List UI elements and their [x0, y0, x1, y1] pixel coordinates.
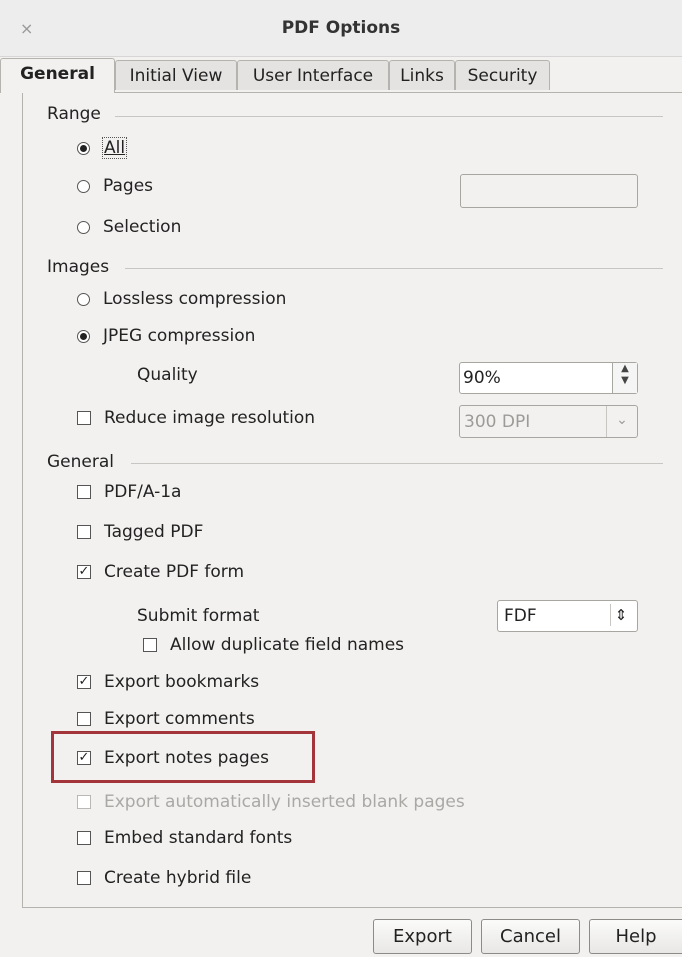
range-all-label: All — [101, 137, 128, 159]
tab-security[interactable]: Security — [455, 60, 550, 90]
create-pdf-form-checkbox[interactable]: ✓ Create PDF form — [77, 562, 244, 582]
resolution-dropdown[interactable]: 300 DPI ⌄ — [459, 405, 638, 438]
checkbox-icon — [77, 831, 91, 845]
help-button[interactable]: Help — [589, 919, 682, 954]
reduce-resolution-checkbox[interactable]: Reduce image resolution — [77, 408, 315, 428]
radio-icon — [77, 292, 90, 306]
dialog-title: PDF Options — [281, 18, 401, 38]
lossless-label: Lossless compression — [103, 289, 287, 309]
resolution-value: 300 DPI — [464, 412, 531, 432]
up-down-arrows-icon: ⇕ — [610, 604, 631, 626]
export-blank-pages-label: Export automatically inserted blank page… — [104, 792, 465, 812]
general-divider — [131, 463, 663, 464]
pages-input[interactable] — [460, 174, 638, 208]
radio-icon — [77, 141, 90, 155]
embed-fonts-checkbox[interactable]: Embed standard fonts — [77, 828, 292, 848]
checkbox-icon — [77, 525, 91, 539]
pdfa-label: PDF/A-1a — [104, 482, 182, 502]
radio-icon — [77, 179, 90, 193]
export-comments-checkbox[interactable]: Export comments — [77, 709, 255, 729]
range-all-radio[interactable]: All — [77, 137, 128, 159]
range-pages-radio[interactable]: Pages — [77, 176, 153, 196]
tab-user-interface[interactable]: User Interface — [237, 60, 389, 90]
pdfa-checkbox[interactable]: PDF/A-1a — [77, 482, 181, 502]
jpeg-radio[interactable]: JPEG compression — [77, 326, 255, 346]
checkbox-icon — [77, 712, 91, 726]
checkbox-icon — [77, 795, 91, 809]
images-divider — [125, 268, 663, 269]
checkmark-icon: ✓ — [77, 564, 91, 579]
export-bookmarks-label: Export bookmarks — [104, 672, 260, 692]
create-hybrid-checkbox[interactable]: Create hybrid file — [77, 868, 251, 888]
range-divider — [115, 116, 663, 117]
tagged-pdf-checkbox[interactable]: Tagged PDF — [77, 522, 203, 542]
title-bar: × PDF Options — [0, 0, 682, 57]
submit-format-label: Submit format — [137, 606, 260, 626]
submit-format-dropdown[interactable]: FDF ⇕ — [497, 600, 638, 632]
images-section-label: Images — [47, 257, 110, 277]
checkmark-icon: ✓ — [77, 674, 91, 689]
export-blank-pages-checkbox: Export automatically inserted blank page… — [77, 792, 465, 812]
highlight-box — [51, 731, 315, 783]
cancel-button[interactable]: Cancel — [481, 919, 580, 954]
quality-label: Quality — [137, 365, 198, 385]
range-pages-label: Pages — [103, 176, 154, 196]
jpeg-label: JPEG compression — [103, 326, 256, 346]
range-section-label: Range — [47, 104, 101, 124]
tab-general[interactable]: General — [0, 58, 115, 93]
submit-format-value: FDF — [504, 606, 537, 626]
quality-value: 90% — [463, 368, 501, 388]
radio-icon — [77, 329, 90, 343]
allow-duplicate-label: Allow duplicate field names — [170, 635, 405, 655]
export-bookmarks-checkbox[interactable]: ✓ Export bookmarks — [77, 672, 259, 692]
reduce-resolution-label: Reduce image resolution — [104, 408, 316, 428]
checkbox-icon — [77, 871, 91, 885]
allow-duplicate-checkbox[interactable]: Allow duplicate field names — [143, 635, 404, 655]
lossless-radio[interactable]: Lossless compression — [77, 289, 286, 309]
range-selection-radio[interactable]: Selection — [77, 217, 181, 237]
radio-icon — [77, 220, 90, 234]
quality-spinbox[interactable]: 90% ▲ ▼ — [459, 362, 638, 394]
chevron-down-icon: ⌄ — [606, 406, 637, 437]
general-section-label: General — [47, 452, 114, 472]
create-pdf-form-label: Create PDF form — [104, 562, 245, 582]
checkbox-icon — [77, 485, 91, 499]
checkbox-icon — [77, 411, 91, 425]
checkbox-icon — [143, 638, 157, 652]
tab-initial-view[interactable]: Initial View — [115, 60, 237, 90]
spin-arrows-icon[interactable]: ▲ ▼ — [612, 363, 637, 393]
tab-links[interactable]: Links — [389, 60, 455, 90]
embed-fonts-label: Embed standard fonts — [104, 828, 293, 848]
create-hybrid-label: Create hybrid file — [104, 868, 252, 888]
export-comments-label: Export comments — [104, 709, 255, 729]
range-selection-label: Selection — [103, 217, 182, 237]
export-button[interactable]: Export — [373, 919, 472, 954]
tagged-pdf-label: Tagged PDF — [104, 522, 204, 542]
